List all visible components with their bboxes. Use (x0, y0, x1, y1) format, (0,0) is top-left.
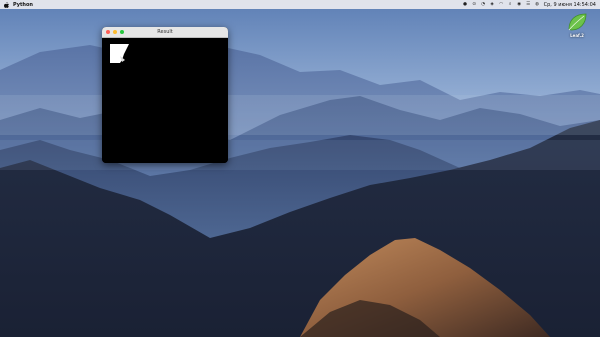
shield-icon[interactable]: ◈ (490, 2, 495, 7)
notification-icon[interactable]: ◔ (481, 2, 486, 7)
leaf-icon (568, 13, 587, 31)
result-window[interactable]: Result (102, 27, 228, 163)
mountain-wallpaper (0, 0, 600, 337)
apple-icon[interactable] (4, 1, 9, 8)
siri-icon[interactable]: ◍ (535, 2, 540, 7)
window-titlebar[interactable]: Result (102, 27, 228, 38)
app-name-menu[interactable]: Python (13, 2, 33, 8)
close-window-button[interactable] (106, 30, 110, 34)
zoom-window-button[interactable] (120, 30, 124, 34)
alarm-icon[interactable]: ⊙ (472, 2, 477, 7)
menu-bar: Python ● ⊙ ◔ ◈ ◠ ⌕ ◉ ☰ ◍ Cp, 9 июня 14:5… (0, 0, 600, 9)
user-icon[interactable]: ◉ (517, 2, 522, 7)
minimize-window-button[interactable] (113, 30, 117, 34)
control-center-icon[interactable]: ☰ (526, 2, 531, 7)
wifi-icon[interactable]: ◠ (499, 2, 504, 7)
white-shape-graphic (110, 44, 129, 63)
stop-icon[interactable]: ● (463, 2, 468, 7)
result-canvas[interactable] (102, 38, 228, 163)
search-icon[interactable]: ⌕ (508, 2, 513, 7)
menubar-clock[interactable]: Cp, 9 июня 14:54:04 (544, 2, 596, 8)
desktop-file-icon[interactable]: Leaf.2 (563, 12, 591, 38)
desktop-icon-label: Leaf.2 (570, 33, 584, 38)
desktop-wallpaper (0, 0, 600, 337)
